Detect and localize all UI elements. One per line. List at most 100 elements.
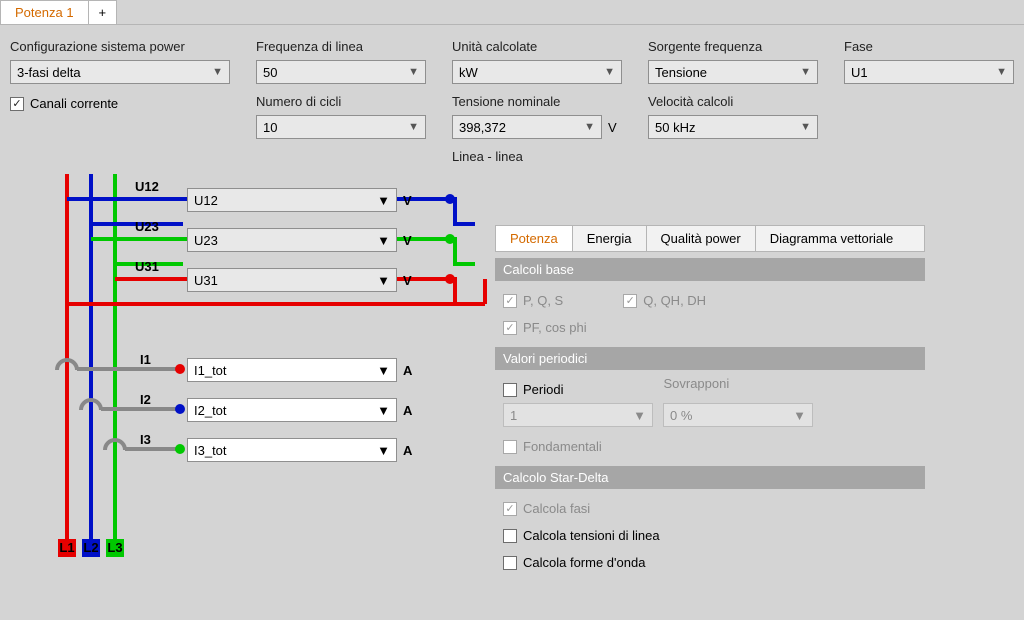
nom-voltage-value: 398,372: [459, 120, 506, 135]
calcola-fasi-label: Calcola fasi: [523, 501, 590, 516]
sovrapponi-label: Sovrapponi: [663, 376, 729, 397]
phase-value: U1: [851, 65, 868, 80]
num-cycles-label: Numero di cicli: [256, 94, 426, 109]
calc-speed-label: Velocità calcoli: [648, 94, 818, 109]
svg-text:L2: L2: [83, 540, 98, 555]
i1-unit: A: [403, 363, 412, 378]
calcoli-base-head: Calcoli base: [495, 258, 925, 281]
chevron-down-icon: ▼: [377, 233, 390, 248]
chevron-down-icon: ▼: [408, 121, 419, 133]
tab-diagramma[interactable]: Diagramma vettoriale: [756, 226, 908, 251]
tab-potenza[interactable]: Potenza: [496, 226, 573, 251]
chevron-down-icon: ▼: [377, 403, 390, 418]
i1-value: I1_tot: [194, 363, 227, 378]
u31-select[interactable]: U31 ▼: [187, 268, 397, 292]
i2-label: I2: [140, 392, 151, 407]
tab-add[interactable]: +: [88, 0, 118, 24]
nom-voltage-select[interactable]: 398,372 ▼: [452, 115, 602, 139]
u31-label: U31: [135, 259, 159, 274]
qqhdh-checkbox: [623, 294, 637, 308]
fondamentali-label: Fondamentali: [523, 439, 602, 454]
sys-config-value: 3-fasi delta: [17, 65, 81, 80]
phase-label: Fase: [844, 39, 1014, 54]
i3-value: I3_tot: [194, 443, 227, 458]
periodi-checkbox[interactable]: [503, 383, 517, 397]
calcolo-star-delta-head: Calcolo Star-Delta: [495, 466, 925, 489]
i2-unit: A: [403, 403, 412, 418]
u23-select[interactable]: U23 ▼: [187, 228, 397, 252]
top-tabs: Potenza 1 +: [0, 0, 1024, 25]
valori-periodici-head: Valori periodici: [495, 347, 925, 370]
u12-label: U12: [135, 179, 159, 194]
i3-label: I3: [140, 432, 151, 447]
chevron-down-icon: ▼: [212, 66, 223, 78]
u31-unit: V: [403, 273, 412, 288]
u12-select[interactable]: U12 ▼: [187, 188, 397, 212]
i1-label: I1: [140, 352, 151, 367]
chevron-down-icon: ▼: [800, 121, 811, 133]
pf-checkbox: [503, 321, 517, 335]
num-cycles-select[interactable]: 10 ▼: [256, 115, 426, 139]
config-row: Configurazione sistema power 3-fasi delt…: [0, 25, 1024, 164]
sys-config-select[interactable]: 3-fasi delta ▼: [10, 60, 230, 84]
u12-unit: V: [403, 193, 412, 208]
src-freq-value: Tensione: [655, 65, 707, 80]
u23-label: U23: [135, 219, 159, 234]
phase-select[interactable]: U1 ▼: [844, 60, 1014, 84]
chevron-down-icon: ▼: [800, 66, 811, 78]
i2-select[interactable]: I2_tot ▼: [187, 398, 397, 422]
i1-select[interactable]: I1_tot ▼: [187, 358, 397, 382]
sovrapponi-select: 0 %▼: [663, 403, 813, 427]
calcola-tensioni-checkbox[interactable]: [503, 529, 517, 543]
i3-select[interactable]: I3_tot ▼: [187, 438, 397, 462]
wiring-diagram: L1 L2 L3 U12 U23 U31 I1 I2 I3: [55, 174, 555, 564]
tab-potenza-1[interactable]: Potenza 1: [0, 0, 89, 24]
pqs-label: P, Q, S: [523, 293, 563, 308]
calcola-forme-label: Calcola forme d'onda: [523, 555, 645, 570]
chevron-down-icon: ▼: [377, 443, 390, 458]
calc-units-select[interactable]: kW ▼: [452, 60, 622, 84]
qqhdh-label: Q, QH, DH: [643, 293, 706, 308]
pf-label: PF, cos phi: [523, 320, 587, 335]
calcola-tensioni-label: Calcola tensioni di linea: [523, 528, 660, 543]
sys-config-label: Configurazione sistema power: [10, 39, 230, 54]
calc-panel: Potenza Energia Qualità power Diagramma …: [495, 225, 925, 576]
i2-value: I2_tot: [194, 403, 227, 418]
u23-value: U23: [194, 233, 218, 248]
chevron-down-icon: ▼: [584, 121, 595, 133]
u12-value: U12: [194, 193, 218, 208]
calc-speed-select[interactable]: 50 kHz ▼: [648, 115, 818, 139]
chevron-down-icon: ▼: [996, 66, 1007, 78]
u23-unit: V: [403, 233, 412, 248]
src-freq-label: Sorgente frequenza: [648, 39, 818, 54]
tab-energia[interactable]: Energia: [573, 226, 647, 251]
chevron-down-icon: ▼: [377, 193, 390, 208]
u31-value: U31: [194, 273, 218, 288]
fondamentali-checkbox: [503, 440, 517, 454]
freq-line-select[interactable]: 50 ▼: [256, 60, 426, 84]
calcola-fasi-checkbox: [503, 502, 517, 516]
panel-tabs: Potenza Energia Qualità power Diagramma …: [495, 225, 925, 252]
svg-text:L3: L3: [107, 540, 122, 555]
svg-text:L1: L1: [59, 540, 74, 555]
line-line-label: Linea - linea: [452, 149, 622, 164]
periodi-select: 1▼: [503, 403, 653, 427]
freq-line-label: Frequenza di linea: [256, 39, 426, 54]
nom-voltage-label: Tensione nominale: [452, 94, 622, 109]
chevron-down-icon: ▼: [377, 273, 390, 288]
chevron-down-icon: ▼: [377, 363, 390, 378]
calc-speed-value: 50 kHz: [655, 120, 695, 135]
chevron-down-icon: ▼: [604, 66, 615, 78]
chevron-down-icon: ▼: [408, 66, 419, 78]
src-freq-select[interactable]: Tensione ▼: [648, 60, 818, 84]
tab-qualita[interactable]: Qualità power: [647, 226, 756, 251]
calc-units-label: Unità calcolate: [452, 39, 622, 54]
nom-voltage-unit: V: [608, 120, 617, 135]
i3-unit: A: [403, 443, 412, 458]
calc-units-value: kW: [459, 65, 478, 80]
canali-corrente-label: Canali corrente: [30, 96, 118, 111]
periodi-label: Periodi: [523, 382, 563, 397]
canali-corrente-checkbox[interactable]: [10, 97, 24, 111]
calcola-forme-checkbox[interactable]: [503, 556, 517, 570]
pqs-checkbox: [503, 294, 517, 308]
